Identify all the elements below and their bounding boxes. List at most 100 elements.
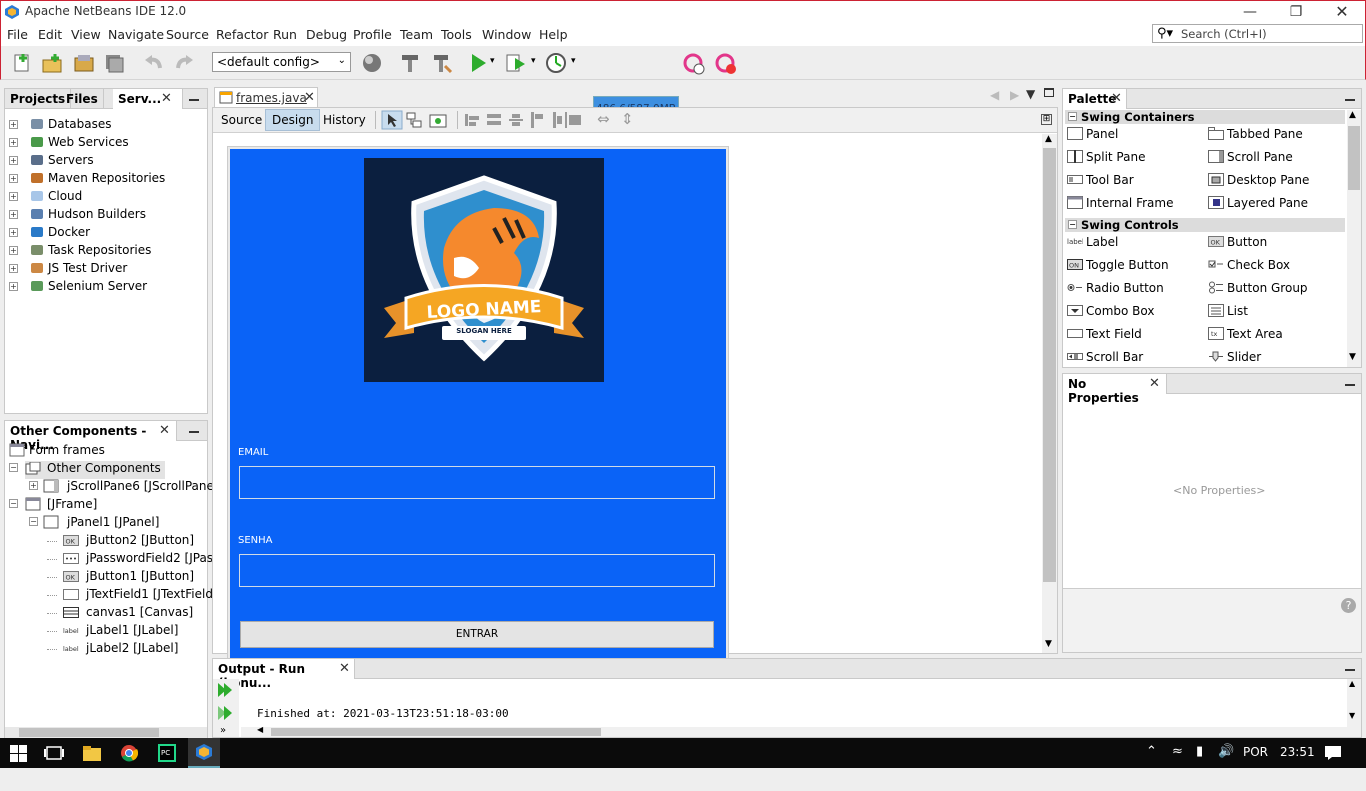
notifications-icon[interactable] (1324, 745, 1342, 761)
palette-scrollbar[interactable]: ▲ ▼ (1347, 110, 1361, 367)
swing-controls-header[interactable]: − Swing Controls (1065, 218, 1345, 232)
menu-refactor[interactable]: Refactor (216, 27, 268, 42)
pycharm-icon[interactable]: PC (158, 744, 176, 762)
minimize-panel-icon[interactable] (189, 431, 199, 433)
tab-list-dropdown-icon[interactable]: ▼ (1026, 87, 1035, 101)
selection-mode-icon[interactable] (381, 110, 403, 130)
source-mode-button[interactable]: Source (217, 111, 266, 129)
chrome-icon[interactable] (120, 744, 138, 762)
email-text-field[interactable] (239, 466, 715, 499)
menu-view[interactable]: View (71, 27, 101, 42)
scrollbar-thumb[interactable] (1043, 148, 1056, 582)
design-mode-button[interactable]: Design (265, 109, 321, 131)
expand-icon[interactable]: + (29, 481, 38, 490)
clock[interactable]: 23:51 (1280, 745, 1315, 759)
search-input[interactable]: ⚲▾ Search (Ctrl+I) (1152, 24, 1363, 43)
minimize-button[interactable]: — (1227, 1, 1273, 23)
netbeans-taskbar-button[interactable] (188, 738, 220, 768)
wifi-icon[interactable]: ≈ (1172, 744, 1183, 759)
expand-icon[interactable]: + (9, 138, 18, 147)
collapse-icon[interactable]: − (9, 463, 18, 472)
menu-file[interactable]: File (7, 27, 28, 42)
new-file-icon[interactable] (11, 52, 33, 74)
close-tab-icon[interactable]: ✕ (1149, 376, 1160, 391)
scrollbar-thumb[interactable] (271, 728, 601, 736)
debug-icon[interactable] (505, 52, 527, 74)
collapse-icon[interactable]: − (9, 499, 18, 508)
menu-team[interactable]: Team (400, 27, 433, 42)
show-hidden-icons-icon[interactable]: ⌃ (1146, 744, 1157, 759)
tab-output[interactable]: Output - Run (bonu... (213, 659, 355, 690)
close-tab-icon[interactable]: ✕ (304, 90, 315, 105)
expand-icon[interactable]: + (9, 246, 18, 255)
vertical-scrollbar[interactable]: ▲ ▼ (1042, 134, 1057, 653)
minimize-panel-icon[interactable] (1345, 669, 1355, 671)
horizontal-scrollbar[interactable] (5, 727, 207, 738)
restore-button[interactable]: ❐ (1273, 1, 1319, 23)
redo-icon[interactable] (173, 52, 195, 74)
file-explorer-icon[interactable] (82, 744, 102, 762)
gc-icon[interactable] (683, 53, 705, 75)
menu-run[interactable]: Run (273, 27, 297, 42)
scroll-down-icon[interactable]: ▼ (1045, 639, 1052, 649)
align-tools-icons[interactable] (465, 112, 585, 128)
swing-containers-header[interactable]: − Swing Containers (1065, 110, 1345, 124)
menu-profile[interactable]: Profile (353, 27, 392, 42)
expand-icon[interactable]: + (9, 228, 18, 237)
expand-icon[interactable]: + (9, 264, 18, 273)
language-indicator[interactable]: POR (1243, 745, 1268, 759)
tab-navigator[interactable]: Other Components - Navi... (5, 421, 177, 452)
maximize-editor-icon[interactable] (1044, 88, 1054, 97)
open-project-icon[interactable] (73, 52, 95, 74)
scroll-tabs-left-icon[interactable]: ◀ (990, 88, 999, 102)
menu-source[interactable]: Source (166, 27, 209, 42)
scroll-tabs-right-icon[interactable]: ▶ (1010, 88, 1019, 102)
menu-debug[interactable]: Debug (306, 27, 347, 42)
history-mode-button[interactable]: History (319, 111, 370, 129)
connection-mode-icon[interactable] (405, 111, 423, 129)
output-vscrollbar[interactable]: ▲ ▼ (1347, 679, 1361, 737)
scrollbar-thumb[interactable] (1348, 126, 1360, 190)
volume-icon[interactable]: 🔊 (1218, 744, 1234, 759)
help-icon[interactable]: ? (1341, 598, 1356, 613)
preview-design-icon[interactable] (429, 111, 447, 129)
rerun-with-options-icon[interactable] (216, 704, 234, 722)
tab-services[interactable]: Serv... (113, 89, 183, 109)
minimize-panel-icon[interactable] (189, 99, 199, 101)
undo-icon[interactable] (143, 52, 165, 74)
rerun-icon[interactable] (216, 681, 234, 699)
menu-tools[interactable]: Tools (441, 27, 472, 42)
jpanel-form[interactable]: LOGO NAME SLOGAN HERE EMAIL SENHA ENTRAR (230, 149, 726, 660)
new-project-icon[interactable] (41, 52, 63, 74)
minimize-panel-icon[interactable] (1345, 384, 1355, 386)
save-all-icon[interactable] (103, 52, 125, 74)
stop-gc-icon[interactable] (715, 53, 737, 75)
browser-globe-icon[interactable] (361, 52, 383, 74)
resize-horizontal-icon[interactable]: ⇔ (597, 110, 610, 128)
menu-window[interactable]: Window (482, 27, 531, 42)
scroll-left-icon[interactable]: ◀ (257, 725, 263, 734)
scroll-up-icon[interactable]: ▲ (1349, 679, 1355, 688)
profile-dropdown-icon[interactable]: ▾ (571, 56, 576, 66)
debug-dropdown-icon[interactable]: ▾ (531, 56, 536, 66)
senha-password-field[interactable] (239, 554, 715, 587)
expand-icon[interactable]: + (9, 282, 18, 291)
expand-icon[interactable]: + (9, 192, 18, 201)
collapse-icon[interactable]: − (29, 517, 38, 526)
scrollbar-thumb[interactable] (19, 728, 159, 737)
tab-files[interactable]: Files (61, 89, 104, 109)
expand-icon[interactable]: + (9, 120, 18, 129)
grid-toggle-icon[interactable]: ⊞ (1041, 114, 1052, 125)
scroll-down-icon[interactable]: ▼ (1349, 711, 1355, 720)
clean-build-icon[interactable] (431, 52, 453, 74)
entrar-button[interactable]: ENTRAR (240, 621, 714, 648)
run-dropdown-icon[interactable]: ▾ (490, 56, 495, 66)
output-hscrollbar[interactable]: ◀ (241, 725, 1347, 737)
more-actions-icon[interactable]: » (220, 725, 226, 736)
expand-icon[interactable]: + (9, 156, 18, 165)
close-tab-icon[interactable]: ✕ (159, 423, 170, 438)
menu-navigate[interactable]: Navigate (108, 27, 164, 42)
close-tab-icon[interactable]: ✕ (1111, 91, 1122, 106)
windows-start-icon[interactable] (10, 745, 27, 762)
menu-edit[interactable]: Edit (38, 27, 62, 42)
